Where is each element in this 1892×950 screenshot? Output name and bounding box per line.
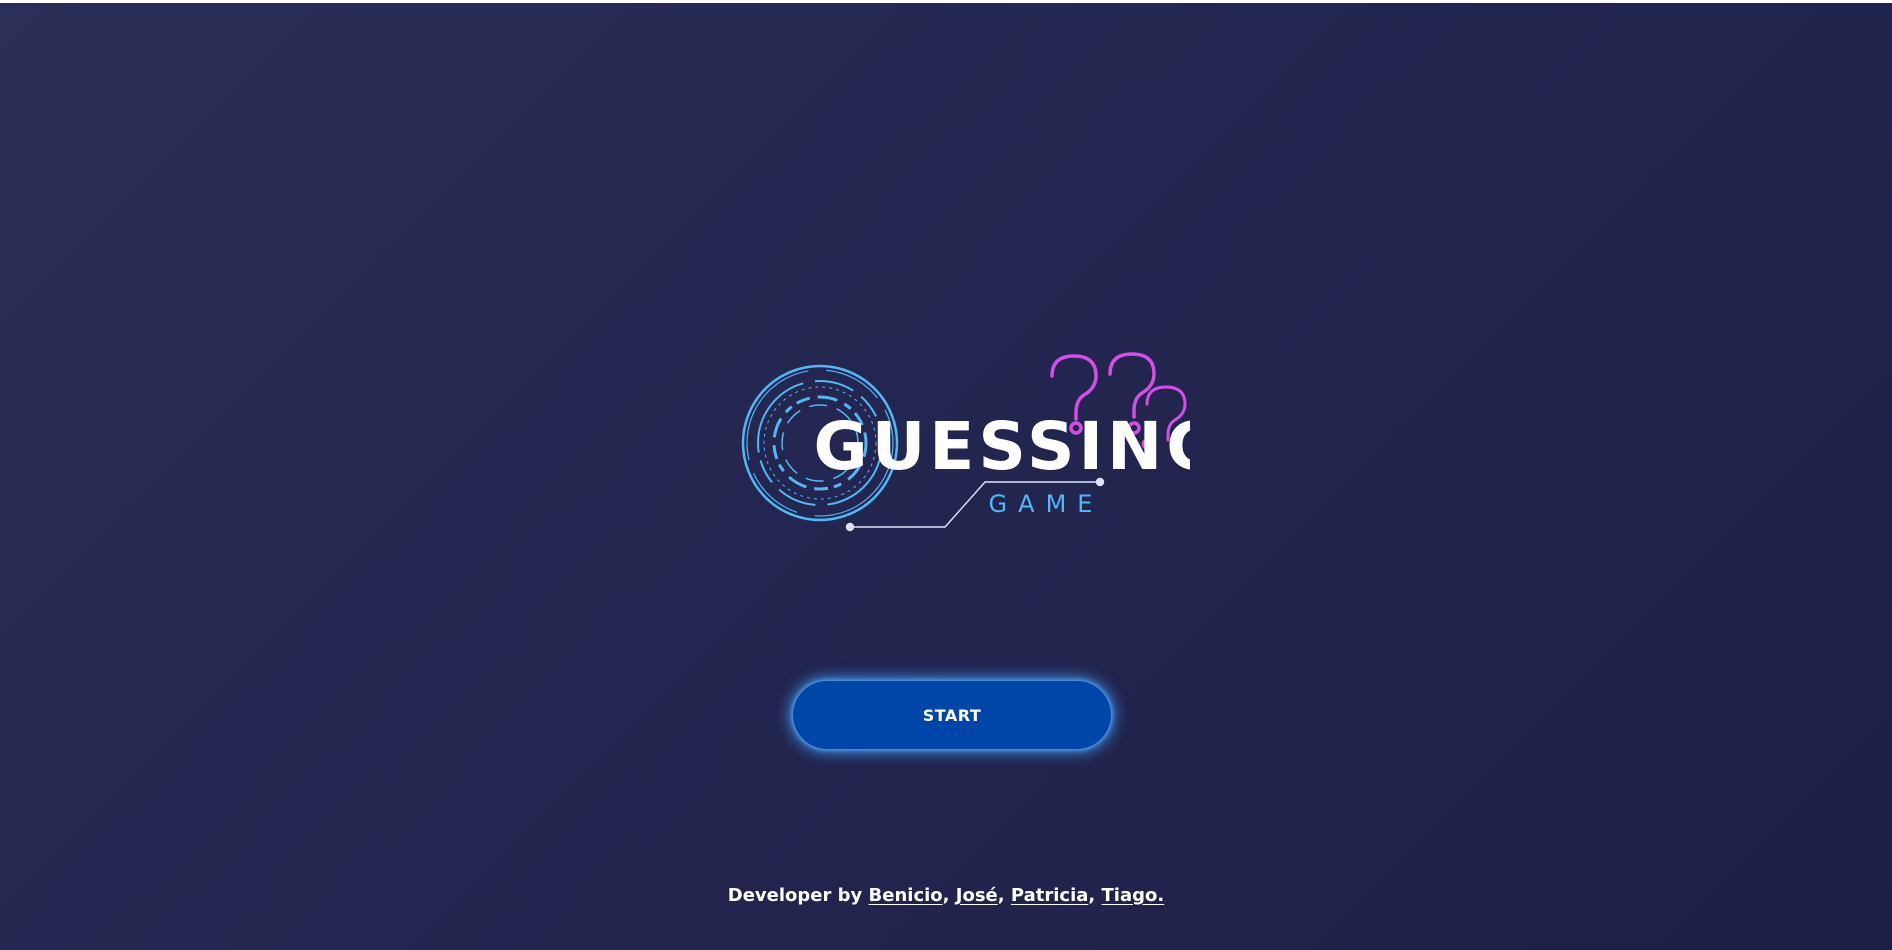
- developer-link-benicio[interactable]: Benicio: [869, 885, 943, 906]
- game-logo: GUESSING GAME: [735, 352, 1190, 537]
- credits-separator: ,: [1088, 885, 1096, 906]
- window-top-edge: [0, 0, 1892, 3]
- credits-separator: ,: [997, 885, 1005, 906]
- developer-link-jose[interactable]: José: [956, 885, 998, 906]
- developer-link-tiago[interactable]: Tiago.: [1102, 885, 1165, 906]
- developer-link-patricia[interactable]: Patricia: [1011, 885, 1089, 906]
- start-button[interactable]: START: [793, 681, 1111, 749]
- credits-prefix: Developer by: [727, 885, 863, 906]
- developer-credits: Developer by Benicio, José, Patricia, Ti…: [0, 885, 1892, 906]
- logo-subtitle: GAME: [989, 490, 1104, 518]
- credits-separator: ,: [942, 885, 950, 906]
- logo-title: GUESSING: [814, 408, 1190, 485]
